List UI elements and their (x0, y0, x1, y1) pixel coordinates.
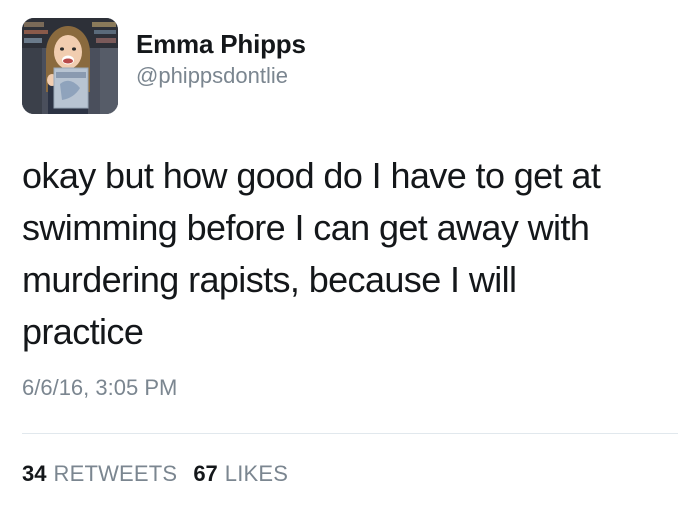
tweet-card: Emma Phipps @phippsdontlie okay but how … (0, 0, 700, 512)
user-handle[interactable]: @phippsdontlie (136, 62, 306, 90)
likes-stat[interactable]: 67 LIKES (193, 460, 288, 488)
retweets-stat[interactable]: 34 RETWEETS (22, 460, 177, 488)
divider (22, 433, 678, 434)
avatar-photo-icon (22, 18, 118, 114)
user-identity: Emma Phipps @phippsdontlie (136, 28, 306, 90)
display-name[interactable]: Emma Phipps (136, 28, 306, 60)
likes-label: LIKES (224, 461, 289, 486)
tweet-timestamp[interactable]: 6/6/16, 3:05 PM (22, 374, 177, 402)
avatar[interactable] (22, 18, 118, 114)
tweet-header: Emma Phipps @phippsdontlie (22, 18, 306, 114)
retweets-count: 34 (22, 461, 47, 486)
likes-count: 67 (193, 461, 218, 486)
tweet-text: okay but how good do I have to get at sw… (22, 155, 601, 352)
tweet-stats: 34 RETWEETS 67 LIKES (22, 460, 304, 488)
retweets-label: RETWEETS (53, 461, 178, 486)
